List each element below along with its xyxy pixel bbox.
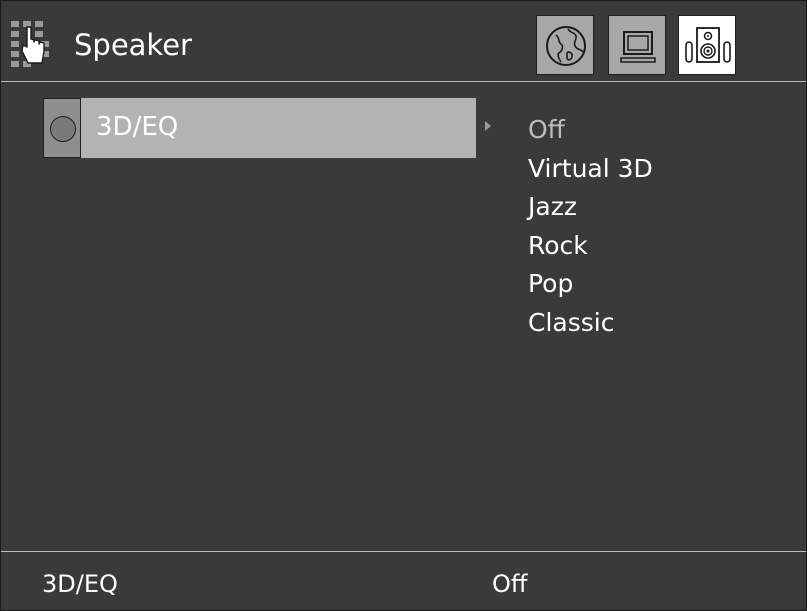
option-classic[interactable]: Classic <box>528 304 653 343</box>
globe-icon <box>546 26 586 66</box>
option-virtual-3d[interactable]: Virtual 3D <box>528 150 653 189</box>
option-list: Off Virtual 3D Jazz Rock Pop Classic <box>528 111 653 342</box>
submenu-arrow-icon <box>485 121 491 131</box>
option-off[interactable]: Off <box>528 111 653 150</box>
status-item-value: Off <box>492 570 528 598</box>
tab-video[interactable] <box>608 15 666 75</box>
row-selector-button[interactable] <box>43 98 81 158</box>
option-pop[interactable]: Pop <box>528 265 653 304</box>
speaker-icon <box>685 27 731 63</box>
hand-cursor-grid-icon <box>11 21 61 71</box>
tab-speaker[interactable] <box>678 15 736 75</box>
header-divider <box>1 81 806 82</box>
monitor-icon <box>620 31 656 63</box>
footer-divider <box>1 551 806 552</box>
option-jazz[interactable]: Jazz <box>528 188 653 227</box>
setting-row-3d-eq[interactable]: 3D/EQ <box>81 98 476 158</box>
status-item-label: 3D/EQ <box>42 570 118 598</box>
setting-label: 3D/EQ <box>96 112 179 142</box>
title-bar: Speaker <box>1 1 806 81</box>
option-rock[interactable]: Rock <box>528 227 653 266</box>
circle-icon <box>50 116 76 142</box>
page-title: Speaker <box>74 28 192 62</box>
tab-language[interactable] <box>536 15 594 75</box>
speaker-settings-screen: Speaker 3D/EQ Off Virtual 3D Jazz Rock P… <box>0 0 807 611</box>
